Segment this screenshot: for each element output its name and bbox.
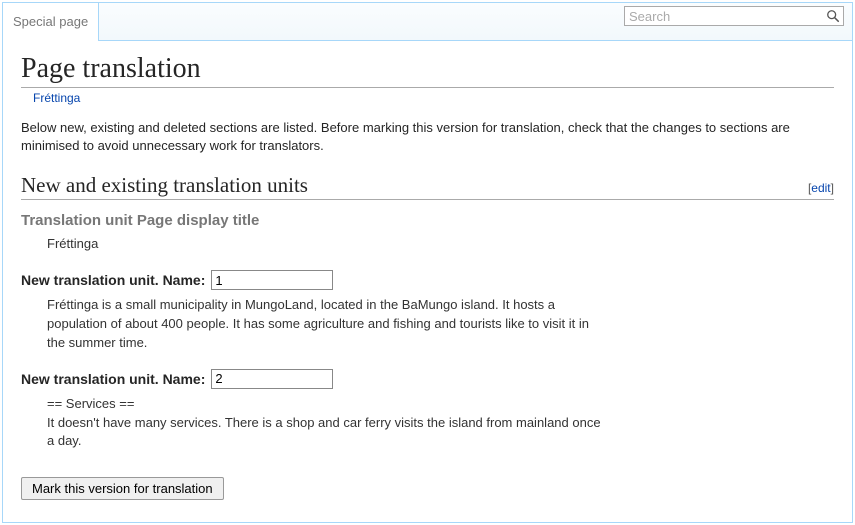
- tab-special-page[interactable]: Special page: [3, 3, 99, 41]
- search-input[interactable]: [624, 6, 844, 26]
- top-bar: Special page: [3, 3, 852, 41]
- new-unit-1-row: New translation unit. Name:: [21, 270, 834, 290]
- mark-for-translation-button[interactable]: Mark this version for translation: [21, 477, 224, 500]
- new-unit-2-row: New translation unit. Name:: [21, 369, 834, 389]
- tab-label: Special page: [13, 14, 88, 29]
- app-frame: Special page Page translation Fréttinga …: [2, 2, 853, 523]
- unit-name-input-1[interactable]: [211, 270, 333, 290]
- new-unit-label: New translation unit. Name:: [21, 272, 205, 288]
- new-unit-label: New translation unit. Name:: [21, 371, 205, 387]
- intro-text: Below new, existing and deleted sections…: [21, 119, 834, 155]
- display-title-unit-header: Translation unit Page display title: [21, 212, 834, 229]
- edit-link[interactable]: edit: [811, 181, 830, 195]
- edit-section: [edit]: [808, 181, 834, 195]
- section-heading: New and existing translation units: [21, 173, 808, 198]
- unit-name-input-2[interactable]: [211, 369, 333, 389]
- unit-1-text: Fréttinga is a small municipality in Mun…: [47, 296, 607, 353]
- unit-2-text: == Services == It doesn't have many serv…: [47, 395, 607, 452]
- section-header: New and existing translation units [edit…: [21, 173, 834, 200]
- display-title-unit-value: Fréttinga: [47, 235, 607, 254]
- content-area: Page translation Fréttinga Below new, ex…: [3, 53, 852, 514]
- page-title: Page translation: [21, 53, 834, 88]
- subtitle-link[interactable]: Fréttinga: [33, 91, 80, 105]
